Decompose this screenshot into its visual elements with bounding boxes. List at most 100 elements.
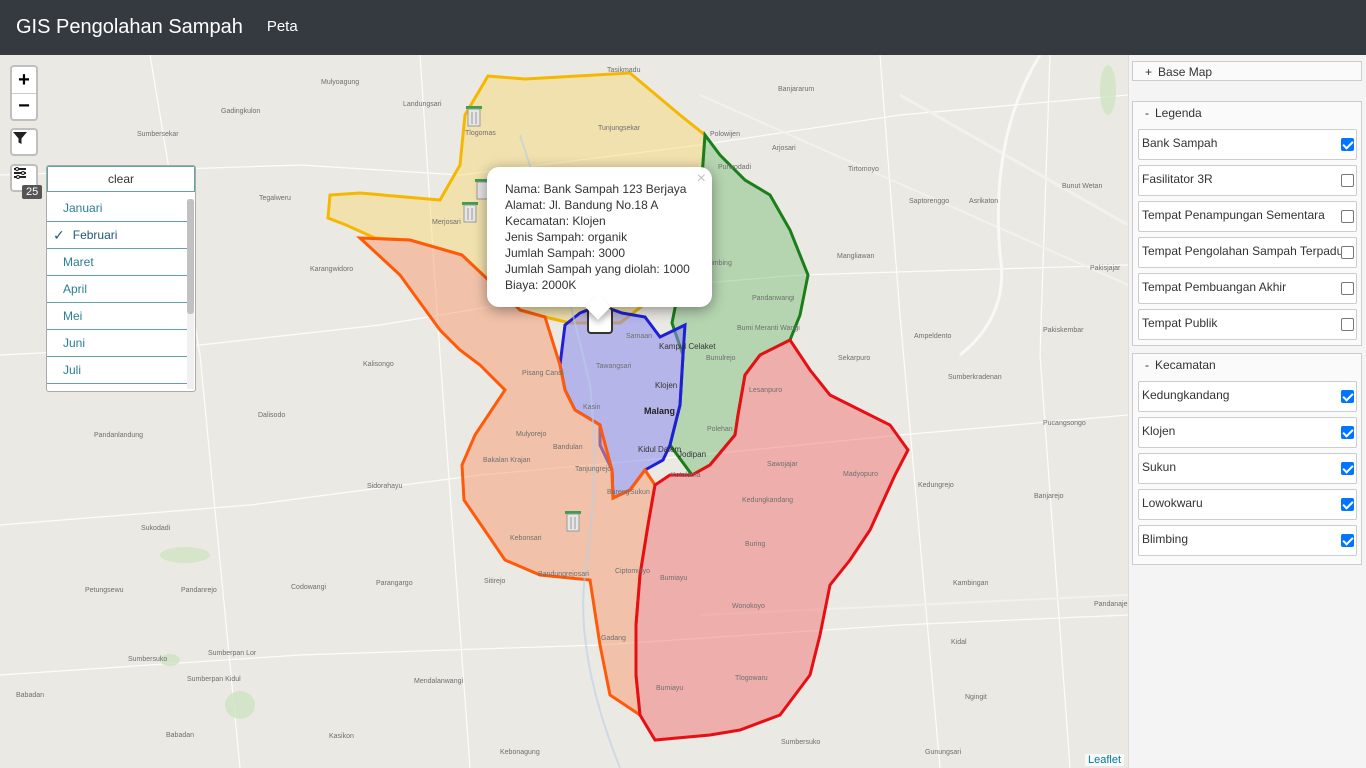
place-label: Bakalan Krajan	[483, 457, 531, 464]
checkbox[interactable]	[1341, 246, 1354, 259]
place-label: Polehan	[707, 426, 733, 433]
checkbox[interactable]	[1341, 426, 1354, 439]
app-brand[interactable]: GIS Pengolahan Sampah	[16, 16, 243, 39]
checkbox[interactable]	[1341, 282, 1354, 295]
place-label: Landungsari	[403, 101, 442, 108]
legenda-item-tempat-penampungan-sementara[interactable]: Tempat Penampungan Sementara	[1138, 201, 1357, 232]
checkbox[interactable]	[1341, 318, 1354, 331]
place-label: Kasikon	[329, 733, 354, 740]
place-label: Polowijen	[710, 131, 740, 138]
kecamatan-item-label: Sukun	[1142, 460, 1177, 474]
kecamatan-item-label: Kedungkandang	[1142, 388, 1230, 402]
basemap-section[interactable]: + Base Map	[1132, 61, 1362, 81]
legenda-section: - Legenda Bank Sampah Fasilitator 3R Tempat…	[1132, 101, 1362, 346]
popup-close-button[interactable]: ×	[697, 170, 706, 188]
month-label: Agustus	[63, 390, 106, 391]
checkbox[interactable]	[1341, 174, 1354, 187]
place-label: Kambingan	[953, 580, 989, 587]
popup-alamat: Alamat: Jl. Bandung No.18 A	[505, 198, 659, 212]
zoom-in-button[interactable]: +	[12, 67, 36, 93]
checkbox[interactable]	[1341, 138, 1354, 151]
checkbox[interactable]	[1341, 498, 1354, 511]
navbar: GIS Pengolahan Sampah Peta	[0, 0, 1366, 55]
district-label: Kidul Dalem	[638, 445, 682, 454]
checkbox[interactable]	[1341, 390, 1354, 403]
legenda-item-tempat-pembuangan-akhir[interactable]: Tempat Pembuangan Akhir	[1138, 273, 1357, 304]
legenda-item-tempat-publik[interactable]: Tempat Publik	[1138, 309, 1357, 340]
legenda-item-fasilitator-3r[interactable]: Fasilitator 3R	[1138, 165, 1357, 196]
nav-link-peta[interactable]: Peta	[267, 18, 298, 35]
month-item-april[interactable]: April	[47, 276, 187, 303]
kecamatan-label: Kecamatan	[1155, 358, 1216, 372]
kecamatan-item-klojen[interactable]: Klojen	[1138, 417, 1357, 448]
place-label: Pandanrejo	[181, 587, 217, 594]
zoom-out-button[interactable]: −	[12, 93, 36, 119]
month-filter: clear Januari ✓ Februari Maret April Mei Juni J…	[46, 165, 196, 392]
checkbox[interactable]	[1341, 462, 1354, 475]
kecamatan-item-blimbing[interactable]: Blimbing	[1138, 525, 1357, 556]
place-label: Asrikaton	[969, 198, 999, 205]
info-popup: × Nama: Bank Sampah 123 Berjaya Alamat: …	[487, 167, 712, 320]
checkbox[interactable]	[1341, 210, 1354, 223]
basemap-header[interactable]: + Base Map	[1133, 62, 1361, 82]
trash-bin-marker[interactable]	[563, 507, 583, 533]
month-item-juli[interactable]: Juli	[47, 357, 187, 384]
legenda-header[interactable]: - Legenda	[1133, 102, 1361, 124]
month-label: Mei	[63, 309, 83, 323]
month-item-februari[interactable]: ✓ Februari	[47, 222, 187, 249]
place-label: Pandanajeng	[1094, 601, 1128, 608]
filter-button[interactable]	[10, 128, 38, 156]
kecamatan-header[interactable]: - Kecamatan	[1133, 354, 1361, 376]
place-label: Bumi Meranti Wangi	[737, 325, 800, 332]
kecamatan-item-lowokwaru[interactable]: Lowokwaru	[1138, 489, 1357, 520]
legenda-item-tempat-pengolahan-sampah-terpadu[interactable]: Tempat Pengolahan Sampah Terpadu	[1138, 237, 1357, 268]
place-label: Babadan	[166, 732, 195, 739]
legenda-label: Legenda	[1155, 106, 1202, 120]
legenda-item-bank-sampah[interactable]: Bank Sampah	[1138, 129, 1357, 160]
place-label: Sukun	[630, 489, 650, 496]
legenda-item-label: Bank Sampah	[1142, 136, 1218, 150]
clear-button[interactable]: clear	[47, 166, 195, 192]
kecamatan-section: - Kecamatan Kedungkandang Klojen Sukun Lowok…	[1132, 353, 1362, 565]
map-canvas[interactable]	[0, 55, 1128, 768]
month-item-maret[interactable]: Maret	[47, 249, 187, 276]
kecamatan-item-sukun[interactable]: Sukun	[1138, 453, 1357, 484]
place-label: Gunungsari	[925, 749, 962, 756]
place-label: Sumberpan Lor	[208, 650, 257, 657]
map-view[interactable]: Mulyoagung Tasikmadu Banjararum Landungsari…	[0, 55, 1128, 768]
place-label: Kedungrejo	[918, 482, 954, 489]
month-item-juni[interactable]: Juni	[47, 330, 187, 357]
place-label: Kebonsari	[510, 535, 542, 542]
place-label: Tasikmadu	[607, 67, 641, 74]
place-label: Pakiskembar	[1043, 327, 1084, 334]
place-label: Bunulrejo	[706, 355, 736, 362]
trash-bin-marker[interactable]	[464, 102, 484, 128]
place-label: Merjosari	[432, 219, 461, 226]
place-label: Sawojajar	[767, 461, 798, 468]
collapse-icon: -	[1145, 106, 1149, 120]
sidebar: + Base Map - Legenda Bank Sampah Fasilitato…	[1128, 55, 1366, 768]
trash-bin-marker[interactable]	[460, 198, 480, 224]
place-label: Sumbersuko	[781, 739, 821, 746]
place-label: Sumbersekar	[137, 131, 179, 138]
month-label: Juli	[63, 363, 82, 377]
month-scrollbar[interactable]	[187, 199, 194, 389]
place-label: Gadang	[601, 635, 626, 642]
scroll-thumb[interactable]	[187, 199, 194, 314]
place-label: Babadan	[16, 692, 45, 699]
place-label: Pisang Candi	[522, 370, 564, 377]
month-item-januari[interactable]: Januari	[47, 195, 187, 222]
checkbox[interactable]	[1341, 534, 1354, 547]
place-label: Mulyorejo	[516, 431, 547, 438]
kecamatan-item-kedungkandang[interactable]: Kedungkandang	[1138, 381, 1357, 412]
month-item-agustus[interactable]: Agustus	[47, 384, 187, 391]
basemap-label: Base Map	[1158, 65, 1213, 79]
collapse-icon: -	[1145, 358, 1149, 372]
popup-jumlah-diolah: Jumlah Sampah yang diolah: 1000	[505, 262, 690, 276]
place-label: Kebonagung	[500, 749, 540, 756]
leaflet-attribution[interactable]: Leaflet	[1084, 754, 1124, 766]
kecamatan-item-label: Klojen	[1142, 424, 1176, 438]
month-item-mei[interactable]: Mei	[47, 303, 187, 330]
kecamatan-item-label: Lowokwaru	[1142, 496, 1203, 510]
place-label: Parangargo	[376, 580, 413, 587]
